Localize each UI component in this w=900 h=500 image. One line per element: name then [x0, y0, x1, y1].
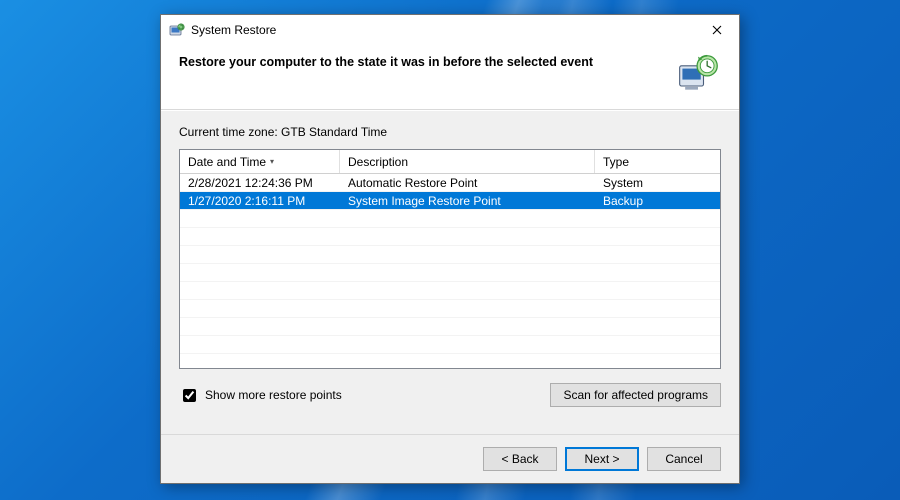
- timezone-label: Current time zone: GTB Standard Time: [179, 125, 721, 139]
- table-row-empty: [180, 282, 720, 300]
- list-rows-container: 2/28/2021 12:24:36 PMAutomatic Restore P…: [180, 174, 720, 368]
- column-header-date[interactable]: Date and Time ▾: [180, 150, 340, 173]
- cancel-button[interactable]: Cancel: [647, 447, 721, 471]
- table-row[interactable]: 2/28/2021 12:24:36 PMAutomatic Restore P…: [180, 174, 720, 192]
- table-row[interactable]: 1/27/2020 2:16:11 PMSystem Image Restore…: [180, 192, 720, 210]
- cell-date: 1/27/2020 2:16:11 PM: [180, 194, 340, 208]
- checkbox-label: Show more restore points: [205, 388, 342, 402]
- close-button[interactable]: [697, 16, 737, 44]
- list-header: Date and Time ▾ Description Type: [180, 150, 720, 174]
- column-header-type[interactable]: Type: [595, 150, 720, 173]
- cell-type: System: [595, 176, 720, 190]
- column-label: Description: [348, 155, 408, 169]
- cell-type: Backup: [595, 194, 720, 208]
- column-label: Date and Time: [188, 155, 266, 169]
- show-more-restore-points-checkbox[interactable]: Show more restore points: [179, 386, 342, 405]
- back-button[interactable]: < Back: [483, 447, 557, 471]
- cell-description: Automatic Restore Point: [340, 176, 595, 190]
- table-row-empty: [180, 336, 720, 354]
- titlebar: System Restore: [161, 15, 739, 45]
- system-restore-icon: [169, 22, 185, 38]
- page-heading: Restore your computer to the state it wa…: [179, 53, 663, 69]
- wizard-header: Restore your computer to the state it wa…: [161, 45, 739, 110]
- table-row-empty: [180, 300, 720, 318]
- scan-affected-programs-button[interactable]: Scan for affected programs: [550, 383, 721, 407]
- restore-points-list[interactable]: Date and Time ▾ Description Type 2/28/20…: [179, 149, 721, 369]
- cell-description: System Image Restore Point: [340, 194, 595, 208]
- table-row-empty: [180, 264, 720, 282]
- sort-descending-icon: ▾: [270, 157, 274, 166]
- table-row-empty: [180, 246, 720, 264]
- column-label: Type: [603, 155, 629, 169]
- wizard-footer: < Back Next > Cancel: [161, 434, 739, 483]
- restore-clock-icon: [675, 53, 721, 97]
- column-header-description[interactable]: Description: [340, 150, 595, 173]
- checkbox-input[interactable]: [183, 389, 196, 402]
- table-row-empty: [180, 354, 720, 368]
- close-icon: [712, 25, 722, 35]
- wizard-body: Current time zone: GTB Standard Time Dat…: [161, 110, 739, 434]
- system-restore-window: System Restore Restore your computer to …: [160, 14, 740, 484]
- table-row-empty: [180, 318, 720, 336]
- cell-date: 2/28/2021 12:24:36 PM: [180, 176, 340, 190]
- table-row-empty: [180, 210, 720, 228]
- below-grid-controls: Show more restore points Scan for affect…: [179, 383, 721, 407]
- window-title: System Restore: [191, 23, 697, 37]
- table-row-empty: [180, 228, 720, 246]
- next-button[interactable]: Next >: [565, 447, 639, 471]
